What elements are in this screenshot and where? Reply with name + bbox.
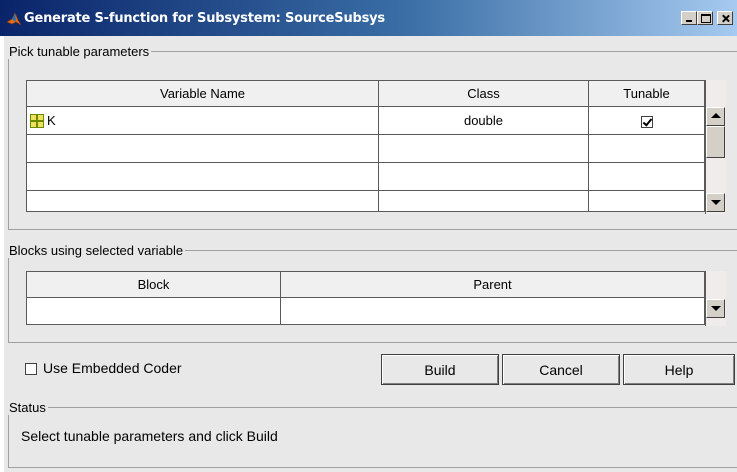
maximize-button[interactable] bbox=[697, 11, 713, 25]
variable-name: K bbox=[47, 112, 56, 128]
matlab-icon bbox=[6, 12, 22, 26]
table-row[interactable]: K double bbox=[26, 106, 705, 135]
scroll-down-button[interactable] bbox=[706, 299, 725, 318]
class-cell: double bbox=[378, 106, 589, 135]
table-row[interactable] bbox=[26, 134, 705, 163]
tunable-checkbox[interactable] bbox=[640, 115, 653, 128]
table-row[interactable] bbox=[26, 162, 705, 191]
use-embedded-coder-label: Use Embedded Coder bbox=[43, 360, 182, 376]
close-button[interactable] bbox=[717, 11, 733, 25]
tunable-parameters-table[interactable]: Variable Name Class Tunable K double bbox=[26, 80, 705, 212]
column-header-block[interactable]: Block bbox=[26, 271, 281, 298]
use-embedded-coder-option[interactable]: Use Embedded Coder bbox=[25, 360, 182, 376]
column-header-class[interactable]: Class bbox=[378, 80, 589, 107]
scrollbar-thumb[interactable] bbox=[706, 126, 725, 158]
use-embedded-coder-checkbox[interactable] bbox=[25, 363, 37, 376]
parent-cell[interactable] bbox=[280, 297, 705, 325]
variable-name-cell[interactable] bbox=[26, 134, 379, 163]
group-legend: Blocks using selected variable bbox=[9, 243, 184, 258]
tunable-table-scrollbar[interactable] bbox=[705, 80, 726, 214]
class-cell bbox=[378, 162, 589, 191]
tunable-cell[interactable] bbox=[588, 190, 705, 212]
title-bar[interactable]: Generate S-function for Subsystem: Sourc… bbox=[0, 0, 737, 36]
table-row[interactable] bbox=[26, 297, 705, 325]
variable-icon bbox=[30, 114, 44, 129]
cancel-button[interactable]: Cancel bbox=[502, 354, 620, 385]
build-button[interactable]: Build bbox=[381, 354, 499, 385]
minimize-button[interactable] bbox=[681, 11, 697, 25]
s-function-dialog: Generate S-function for Subsystem: Sourc… bbox=[0, 0, 737, 472]
class-cell bbox=[378, 134, 589, 163]
blocks-table[interactable]: Block Parent bbox=[26, 271, 705, 325]
scroll-down-button[interactable] bbox=[706, 193, 725, 212]
scroll-up-button[interactable] bbox=[706, 107, 725, 126]
class-cell bbox=[378, 190, 589, 212]
window-title: Generate S-function for Subsystem: Sourc… bbox=[24, 11, 385, 26]
tunable-cell[interactable] bbox=[588, 162, 705, 191]
column-header-parent[interactable]: Parent bbox=[280, 271, 705, 298]
status-message: Select tunable parameters and click Buil… bbox=[21, 428, 278, 444]
tunable-cell[interactable] bbox=[588, 106, 705, 135]
tunable-cell[interactable] bbox=[588, 134, 705, 163]
block-cell[interactable] bbox=[26, 297, 281, 325]
group-legend: Pick tunable parameters bbox=[9, 44, 150, 59]
variable-name-cell[interactable] bbox=[26, 162, 379, 191]
help-button[interactable]: Help bbox=[623, 354, 735, 385]
column-header-tunable[interactable]: Tunable bbox=[588, 80, 705, 107]
variable-name-cell[interactable] bbox=[26, 190, 379, 212]
blocks-table-scrollbar[interactable] bbox=[705, 271, 726, 326]
variable-name-cell[interactable]: K bbox=[26, 106, 379, 135]
table-row[interactable] bbox=[26, 190, 705, 212]
column-header-variable-name[interactable]: Variable Name bbox=[26, 80, 379, 107]
group-legend: Status bbox=[9, 400, 46, 415]
